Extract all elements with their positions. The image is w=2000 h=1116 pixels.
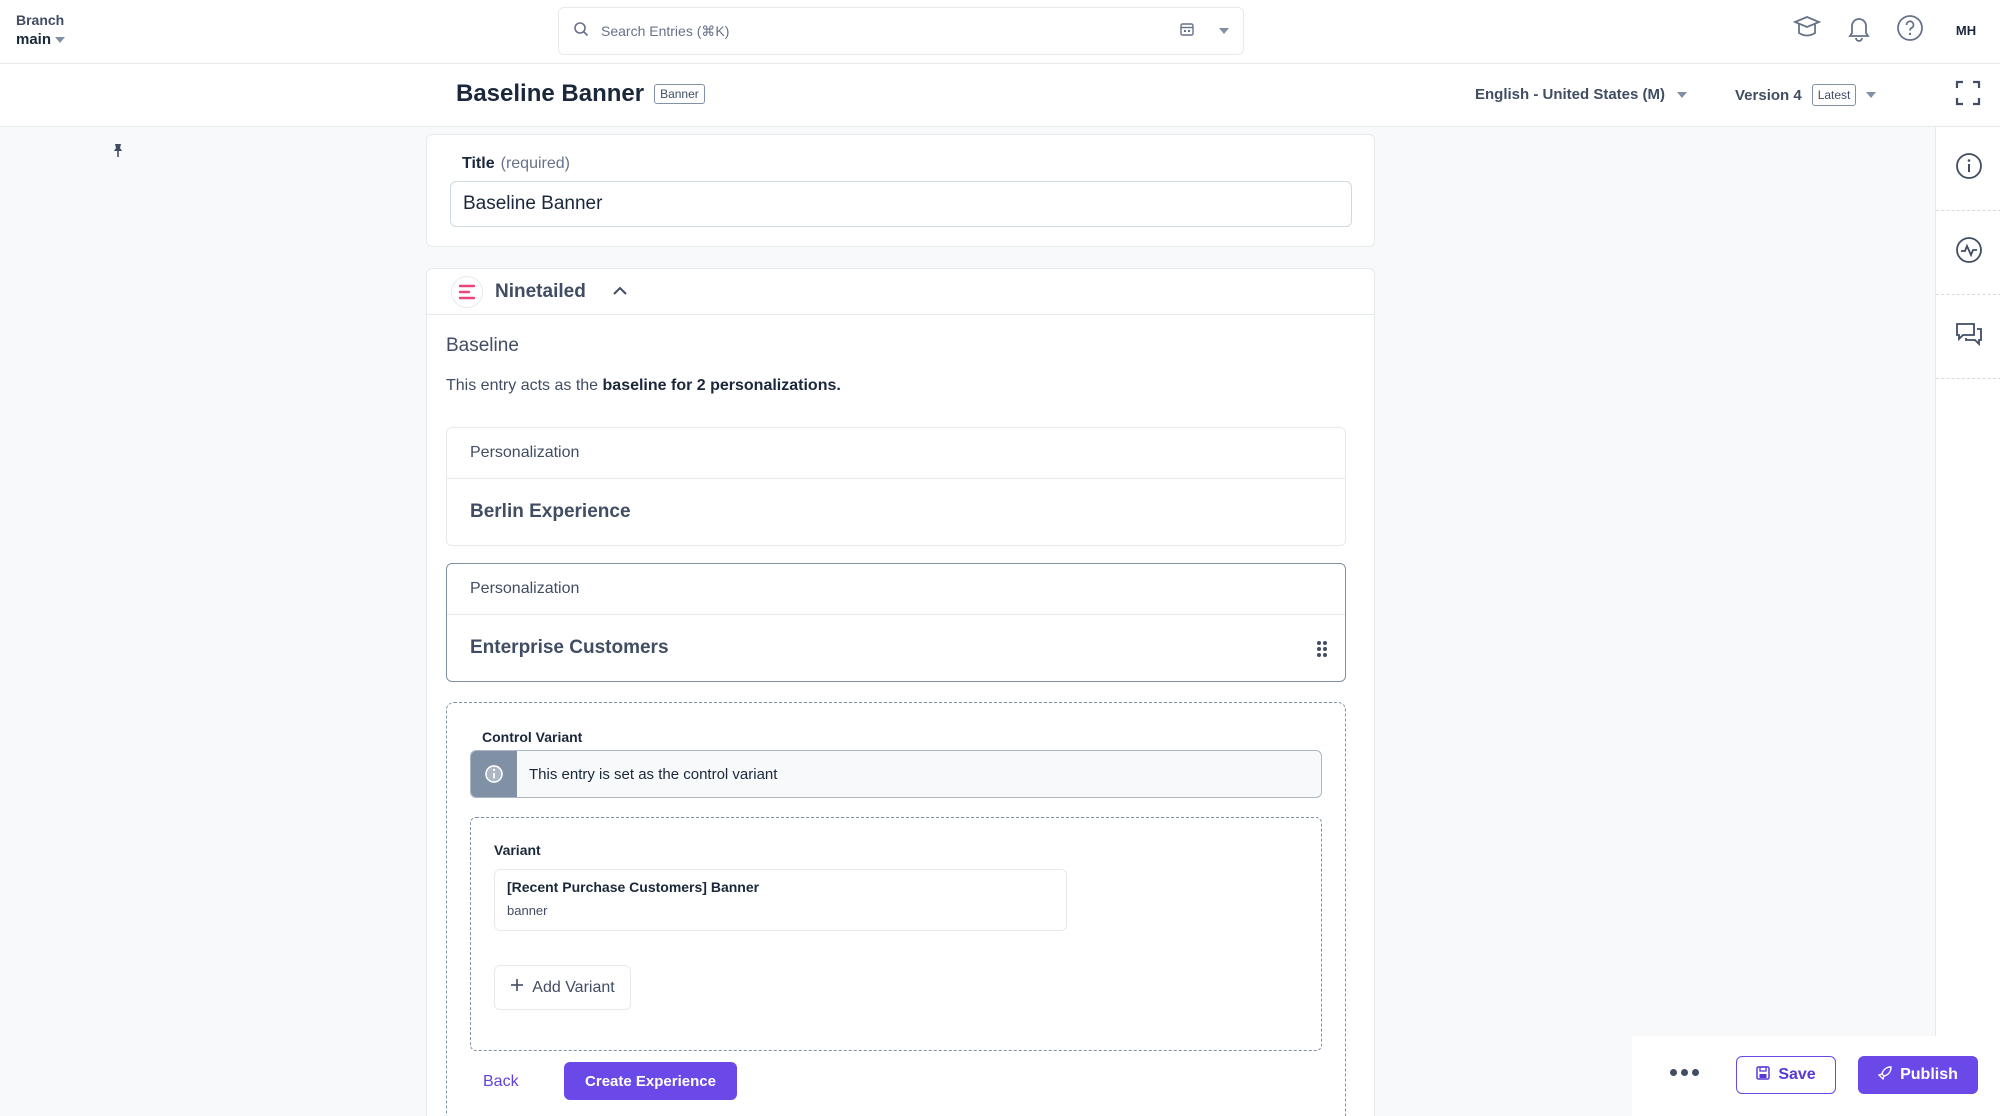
entry-actions: Save Publish bbox=[1632, 1036, 2000, 1116]
entry-title-row: Baseline Banner Banner bbox=[456, 80, 705, 108]
variant-box: Variant [Recent Purchase Customers] Bann… bbox=[470, 817, 1322, 1051]
branch-selector[interactable]: Branch main bbox=[16, 12, 66, 48]
content-type-badge: Banner bbox=[654, 84, 705, 104]
title-field-card: Title (required) Baseline Banner bbox=[426, 134, 1375, 247]
chevron-down-icon bbox=[1866, 92, 1877, 98]
info-icon bbox=[471, 751, 517, 797]
info-icon bbox=[1955, 152, 1983, 185]
search-filter-chevron-icon[interactable] bbox=[1219, 28, 1229, 34]
variant-entry-title: [Recent Purchase Customers] Banner bbox=[507, 879, 760, 895]
branch-label: Branch bbox=[16, 12, 65, 28]
top-bar: Branch main Search Entries (⌘K) MH bbox=[0, 0, 2000, 64]
search-bar[interactable]: Search Entries (⌘K) bbox=[558, 7, 1244, 55]
add-variant-label: Add Variant bbox=[532, 978, 615, 996]
version-label: Version 4 bbox=[1735, 86, 1802, 104]
baseline-heading: Baseline bbox=[446, 335, 519, 356]
version-selector[interactable]: Version 4 Latest bbox=[1735, 84, 1877, 106]
comments-icon bbox=[1954, 320, 1984, 353]
learning-center-icon[interactable] bbox=[1792, 15, 1822, 46]
sidebar-comments-button[interactable] bbox=[1936, 295, 2000, 379]
plus-icon bbox=[510, 978, 524, 997]
sidebar-info-button[interactable] bbox=[1936, 127, 2000, 211]
more-actions-icon[interactable] bbox=[1670, 1069, 1699, 1076]
scheduled-calendar-icon[interactable] bbox=[1179, 21, 1195, 42]
chevron-down-icon bbox=[1677, 91, 1688, 98]
branch-dropdown[interactable]: main bbox=[16, 31, 66, 48]
locale-label: English - United States (M) bbox=[1475, 86, 1666, 103]
personalization-name: Berlin Experience bbox=[470, 501, 631, 522]
entry-title: Baseline Banner bbox=[456, 80, 645, 107]
save-button[interactable]: Save bbox=[1736, 1056, 1836, 1094]
drag-handle-icon[interactable] bbox=[1317, 641, 1327, 657]
create-experience-button[interactable]: Create Experience bbox=[564, 1062, 737, 1100]
personalization-name: Enterprise Customers bbox=[470, 637, 669, 658]
branch-value: main bbox=[16, 31, 52, 48]
sidebar-activity-button[interactable] bbox=[1936, 211, 2000, 295]
personalization-card[interactable]: Personalization Enterprise Customers bbox=[446, 563, 1346, 682]
right-sidebar bbox=[1935, 127, 2000, 1047]
publish-label: Publish bbox=[1900, 1066, 1958, 1083]
personalization-name-row: Enterprise Customers bbox=[447, 615, 1345, 681]
back-button[interactable]: Back bbox=[483, 1073, 519, 1091]
chevron-up-icon[interactable] bbox=[612, 283, 628, 301]
ninetailed-header[interactable]: Ninetailed bbox=[427, 269, 1374, 315]
experience-config-box: Control Variant This entry is set as the… bbox=[446, 702, 1346, 1116]
ninetailed-title: Ninetailed bbox=[495, 280, 586, 302]
notifications-bell-icon[interactable] bbox=[1846, 14, 1872, 47]
title-field-label: Title (required) bbox=[462, 155, 570, 173]
control-variant-note-text: This entry is set as the control variant bbox=[529, 765, 778, 783]
fullscreen-icon[interactable] bbox=[1955, 80, 1981, 111]
ninetailed-logo-icon bbox=[451, 275, 483, 308]
baseline-desc-bold: baseline for 2 personalizations. bbox=[602, 377, 841, 394]
baseline-description: This entry acts as the baseline for 2 pe… bbox=[446, 377, 841, 395]
variant-label: Variant bbox=[494, 842, 541, 858]
title-label-text: Title bbox=[462, 155, 495, 172]
control-variant-note: This entry is set as the control variant bbox=[470, 750, 1322, 798]
required-marker: (required) bbox=[500, 155, 570, 172]
entry-header: Baseline Banner Banner English - United … bbox=[0, 64, 2000, 127]
add-variant-button[interactable]: Add Variant bbox=[494, 965, 631, 1010]
version-status-badge: Latest bbox=[1811, 84, 1857, 106]
search-input[interactable]: Search Entries (⌘K) bbox=[601, 23, 1179, 40]
save-icon bbox=[1756, 1065, 1771, 1085]
title-input[interactable]: Baseline Banner bbox=[450, 181, 1352, 227]
control-variant-label: Control Variant bbox=[482, 729, 583, 745]
personalization-card[interactable]: Personalization Berlin Experience bbox=[446, 427, 1346, 546]
locale-selector[interactable]: English - United States (M) bbox=[1475, 86, 1688, 103]
save-label: Save bbox=[1778, 1066, 1816, 1083]
personalization-label: Personalization bbox=[447, 564, 1345, 615]
ninetailed-panel: Ninetailed Baseline This entry acts as t… bbox=[426, 268, 1375, 1116]
publish-button[interactable]: Publish bbox=[1858, 1056, 1978, 1094]
user-avatar[interactable]: MH bbox=[1948, 12, 1984, 48]
variant-entry-type: banner bbox=[507, 903, 548, 918]
personalization-label: Personalization bbox=[447, 428, 1345, 479]
rocket-icon bbox=[1877, 1065, 1892, 1085]
chevron-down-icon bbox=[55, 36, 66, 43]
help-icon[interactable] bbox=[1896, 14, 1924, 47]
activity-icon bbox=[1955, 236, 1983, 269]
variant-entry-card[interactable]: [Recent Purchase Customers] Banner banne… bbox=[494, 869, 1067, 931]
baseline-desc-prefix: This entry acts as the bbox=[446, 377, 603, 394]
top-icons: MH bbox=[1792, 12, 1984, 48]
pin-icon[interactable] bbox=[110, 142, 126, 163]
search-icon bbox=[573, 21, 589, 42]
